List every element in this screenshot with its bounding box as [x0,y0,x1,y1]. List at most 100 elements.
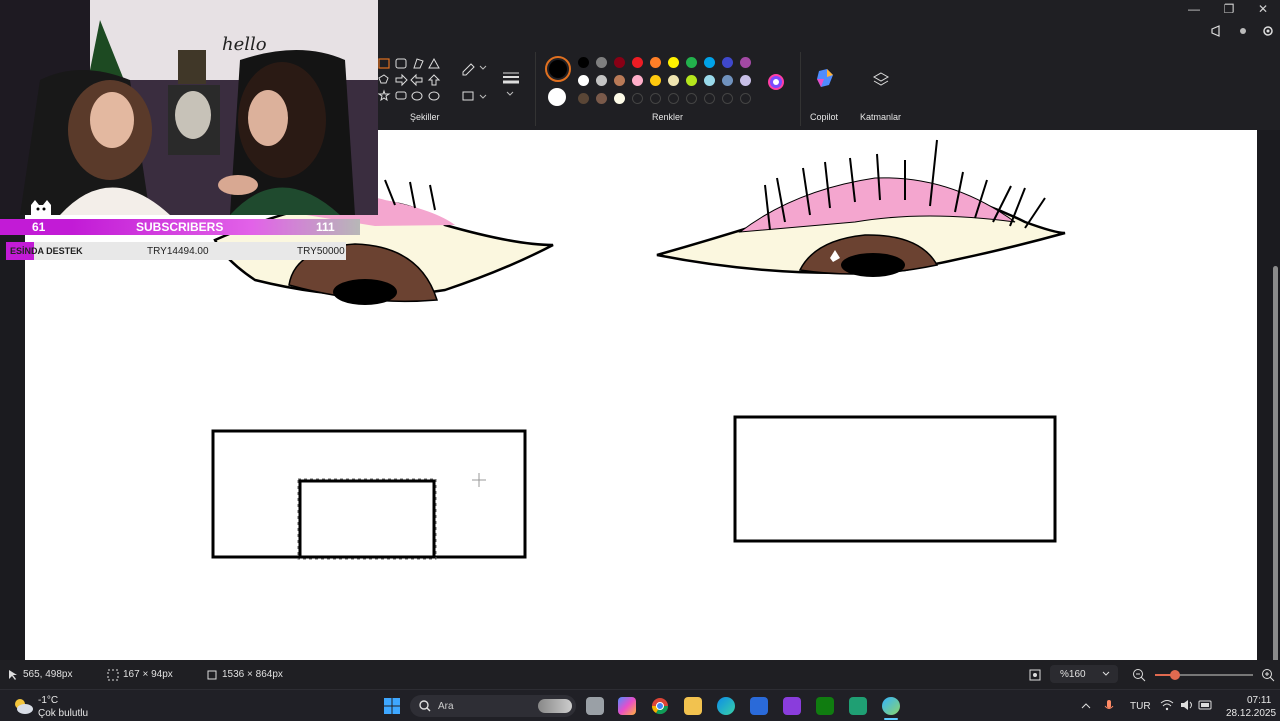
volume-icon[interactable] [1180,699,1194,711]
wifi-icon[interactable] [1160,699,1174,711]
stream-overlay: 61 SUBSCRIBERS 111 ESİNDA DESTEK TRY1449… [0,200,378,265]
custom-color-swatch[interactable] [578,93,589,104]
weather-icon[interactable] [12,697,34,715]
minimize-button[interactable]: — [1177,0,1211,18]
primary-color-swatch[interactable] [549,60,567,78]
ribbon-separator [800,52,801,126]
crosshair-cursor [472,473,486,487]
color-swatch[interactable] [632,75,643,86]
brush-size-icon[interactable] [500,68,522,98]
task-view-icon[interactable] [586,697,604,715]
battery-icon[interactable] [1198,699,1214,711]
layers-icon[interactable] [872,71,890,89]
chevron-down-icon [1102,671,1110,676]
chrome-icon[interactable] [651,697,669,715]
windows-start-icon[interactable] [383,697,401,715]
copilot-icon[interactable] [815,67,837,89]
microphone-icon[interactable] [1104,699,1114,713]
edit-colors-icon[interactable] [766,72,786,92]
account-icon[interactable] [1238,26,1248,36]
share-icon[interactable] [1210,24,1224,38]
close-button[interactable]: ✕ [1246,0,1280,18]
empty-color-slot[interactable] [650,93,661,104]
sub-count-left: 61 [32,220,46,234]
zoom-slider-track[interactable] [1155,670,1253,680]
empty-color-slot[interactable] [704,93,715,104]
mascot-icon [31,200,51,215]
empty-color-slot[interactable] [668,93,679,104]
custom-color-swatch[interactable] [614,93,625,104]
search-highlight-image [538,699,572,713]
color-swatch[interactable] [596,57,607,68]
primary-color-ring[interactable] [545,56,571,82]
clock-time[interactable]: 07:11 [1247,695,1271,706]
color-swatch[interactable] [704,57,715,68]
shapes-group-label: Şekiller [410,112,440,122]
color-swatch[interactable] [686,75,697,86]
color-swatch[interactable] [686,57,697,68]
color-swatch[interactable] [632,57,643,68]
color-swatch[interactable] [668,75,679,86]
language-indicator[interactable]: TUR [1130,701,1151,712]
copilot-taskbar-icon[interactable] [618,697,636,715]
canvas-size: 1536 × 864px [222,669,283,680]
cursor-position: 565, 498px [23,669,73,680]
copilot-label[interactable]: Copilot [810,112,838,122]
zoom-in-icon[interactable] [1261,668,1275,682]
color-swatch[interactable] [740,57,751,68]
color-swatch[interactable] [722,57,733,68]
color-swatch[interactable] [668,57,679,68]
color-swatch[interactable] [578,75,589,86]
shapes-gallery[interactable] [376,56,442,106]
zoom-out-icon[interactable] [1132,668,1146,682]
paint-icon[interactable] [882,697,900,715]
color-swatch[interactable] [614,75,625,86]
empty-color-slot[interactable] [686,93,697,104]
custom-color-swatch[interactable] [596,93,607,104]
color-swatch[interactable] [722,75,733,86]
empty-color-slot[interactable] [740,93,751,104]
donation-name: ESİNDA DESTEK [10,246,83,256]
restore-button[interactable]: ❐ [1212,0,1246,18]
color-swatch[interactable] [704,75,715,86]
search-placeholder: Ara [438,701,454,712]
right-eye-drawing [656,139,1066,277]
layers-label[interactable]: Katmanlar [860,112,901,122]
donation-current: TRY14494.00 [147,246,209,257]
canvas-size-icon [207,670,217,680]
microsoft-store-icon[interactable] [750,697,768,715]
sub-count-right: 111 [316,220,335,234]
xbox-icon[interactable] [816,697,834,715]
colors-group-label: Renkler [652,112,684,122]
empty-color-slot[interactable] [632,93,643,104]
color-swatch[interactable] [740,75,751,86]
app-icon-green[interactable] [849,697,867,715]
selected-rectangle [298,479,436,559]
chevron-up-icon[interactable] [1081,702,1091,710]
color-swatch[interactable] [614,57,625,68]
selection-box [297,478,437,560]
webcam-scene: hello [0,0,378,215]
settings-icon[interactable] [1261,24,1275,38]
vertical-scrollbar[interactable] [1273,266,1278,680]
taskbar-search[interactable]: Ara [410,695,576,717]
color-swatch[interactable] [650,57,661,68]
file-explorer-icon[interactable] [684,697,702,715]
webcam-overlay: hello [0,0,378,215]
clock-date[interactable]: 28.12.2025 [1226,708,1276,719]
empty-color-slot[interactable] [722,93,733,104]
secondary-color-swatch[interactable] [548,88,566,106]
outline-fill-icons[interactable] [460,60,490,106]
weather-condition: Çok bulutlu [38,708,89,719]
zoom-dropdown[interactable]: %160 [1050,665,1118,683]
cursor-icon [9,670,17,680]
color-swatch[interactable] [650,75,661,86]
color-swatch[interactable] [578,57,589,68]
zoom-value: %160 [1060,669,1086,680]
edge-icon[interactable] [717,697,735,715]
subscribers-label: SUBSCRIBERS [136,220,224,234]
app-icon-purple[interactable] [783,697,801,715]
fit-to-window-icon[interactable] [1028,668,1042,682]
color-swatch[interactable] [596,75,607,86]
zoom-slider-thumb[interactable] [1169,670,1180,680]
